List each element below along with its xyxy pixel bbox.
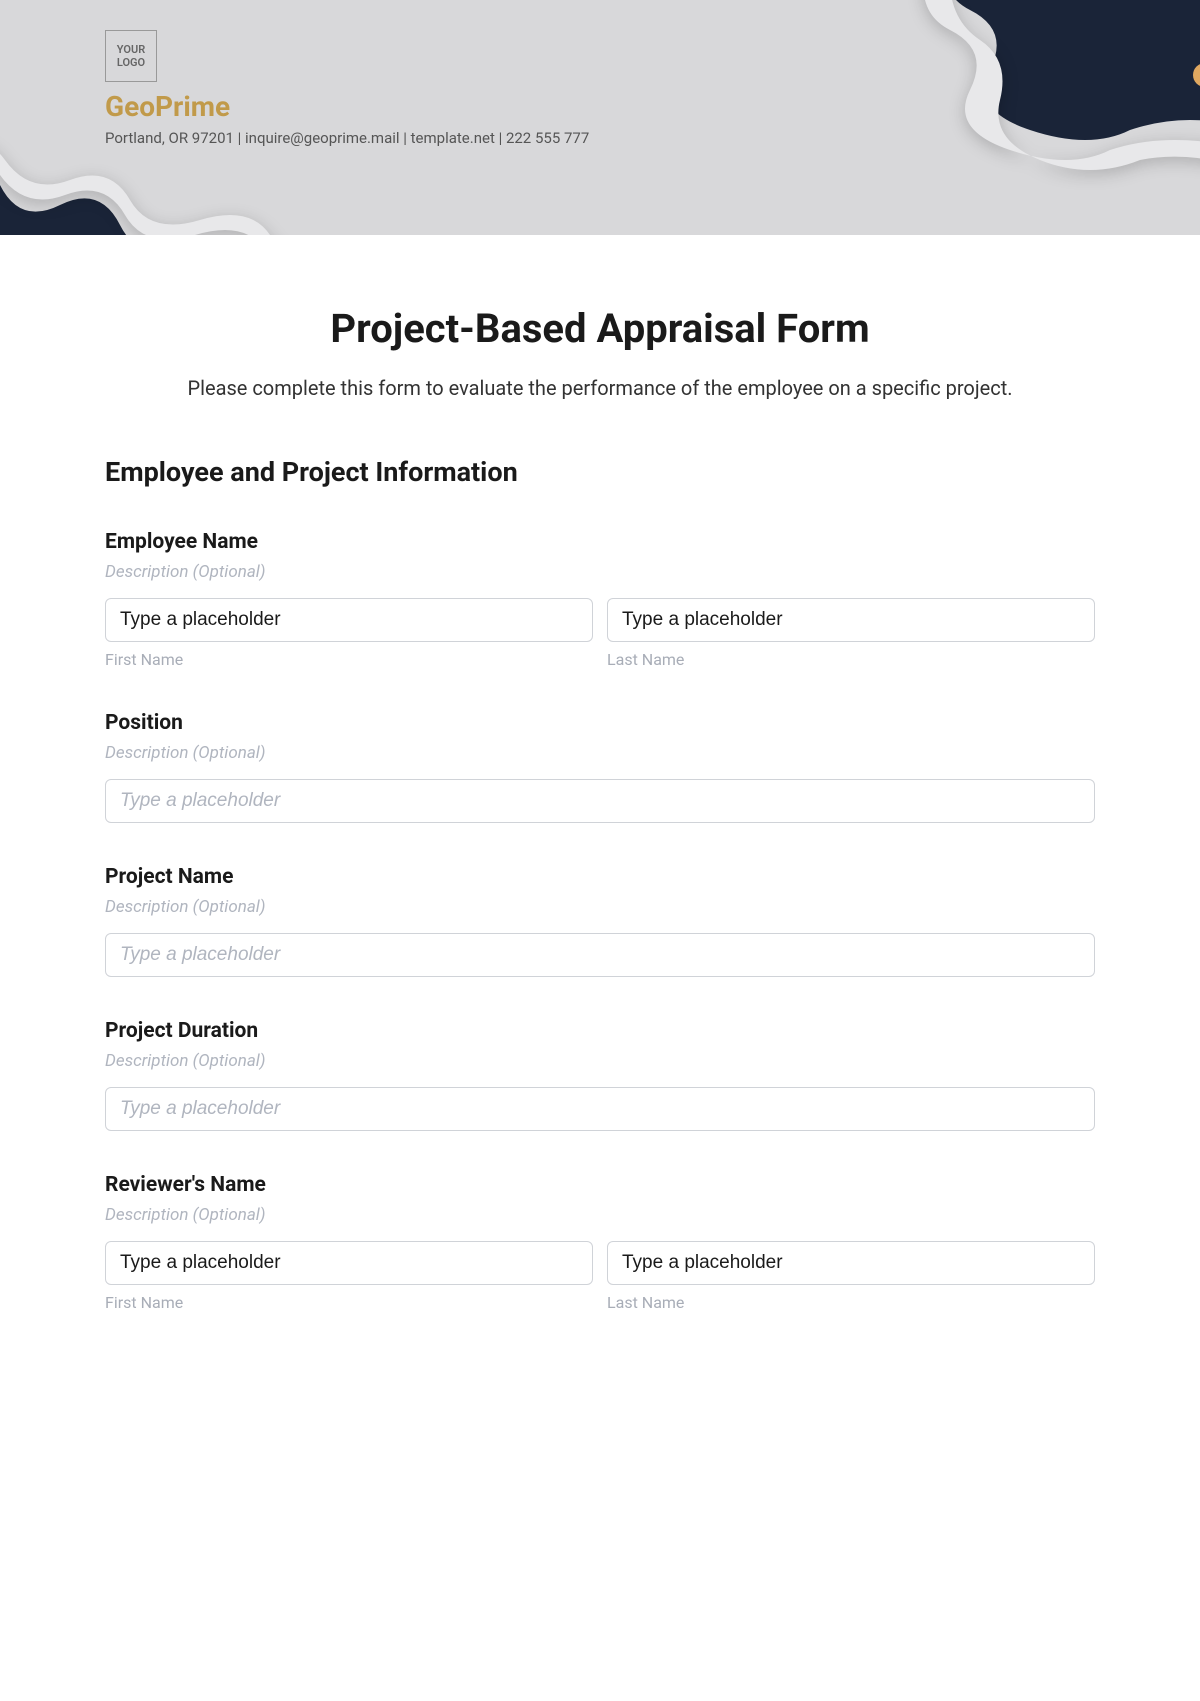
reviewer-last-name-sublabel: Last Name [607,1293,1095,1312]
field-label-position: Position [105,711,1095,735]
field-label-employee-name: Employee Name [105,530,1095,554]
reviewer-first-name-sublabel: First Name [105,1293,593,1312]
field-employee-name: Employee Name Description (Optional) Fir… [105,530,1095,669]
field-project-duration: Project Duration Description (Optional) [105,1019,1095,1131]
field-desc-employee-name: Description (Optional) [105,562,1095,582]
logo-text: YOUR LOGO [106,43,156,69]
field-desc-position: Description (Optional) [105,743,1095,763]
first-name-sublabel: First Name [105,650,593,669]
section-title: Employee and Project Information [105,456,1095,488]
position-input[interactable] [105,779,1095,823]
reviewer-first-name-input[interactable] [105,1241,593,1285]
brand-name: GeoPrime [105,90,1200,123]
reviewer-last-name-input[interactable] [607,1241,1095,1285]
field-label-project-duration: Project Duration [105,1019,1095,1043]
brand-contact: Portland, OR 97201 | inquire@geoprime.ma… [105,129,1200,147]
field-label-reviewer-name: Reviewer's Name [105,1173,1095,1197]
field-desc-project-name: Description (Optional) [105,897,1095,917]
header-content: YOUR LOGO GeoPrime Portland, OR 97201 | … [0,0,1200,147]
last-name-input[interactable] [607,598,1095,642]
project-name-input[interactable] [105,933,1095,977]
logo-placeholder: YOUR LOGO [105,30,157,82]
field-position: Position Description (Optional) [105,711,1095,823]
first-name-input[interactable] [105,598,593,642]
project-duration-input[interactable] [105,1087,1095,1131]
document-header: YOUR LOGO GeoPrime Portland, OR 97201 | … [0,0,1200,235]
field-project-name: Project Name Description (Optional) [105,865,1095,977]
form-description: Please complete this form to evaluate th… [105,372,1095,404]
form-container: Project-Based Appraisal Form Please comp… [0,235,1200,1342]
field-label-project-name: Project Name [105,865,1095,889]
field-reviewer-name: Reviewer's Name Description (Optional) F… [105,1173,1095,1312]
field-desc-reviewer-name: Description (Optional) [105,1205,1095,1225]
field-desc-project-duration: Description (Optional) [105,1051,1095,1071]
last-name-sublabel: Last Name [607,650,1095,669]
form-title: Project-Based Appraisal Form [105,305,1095,352]
